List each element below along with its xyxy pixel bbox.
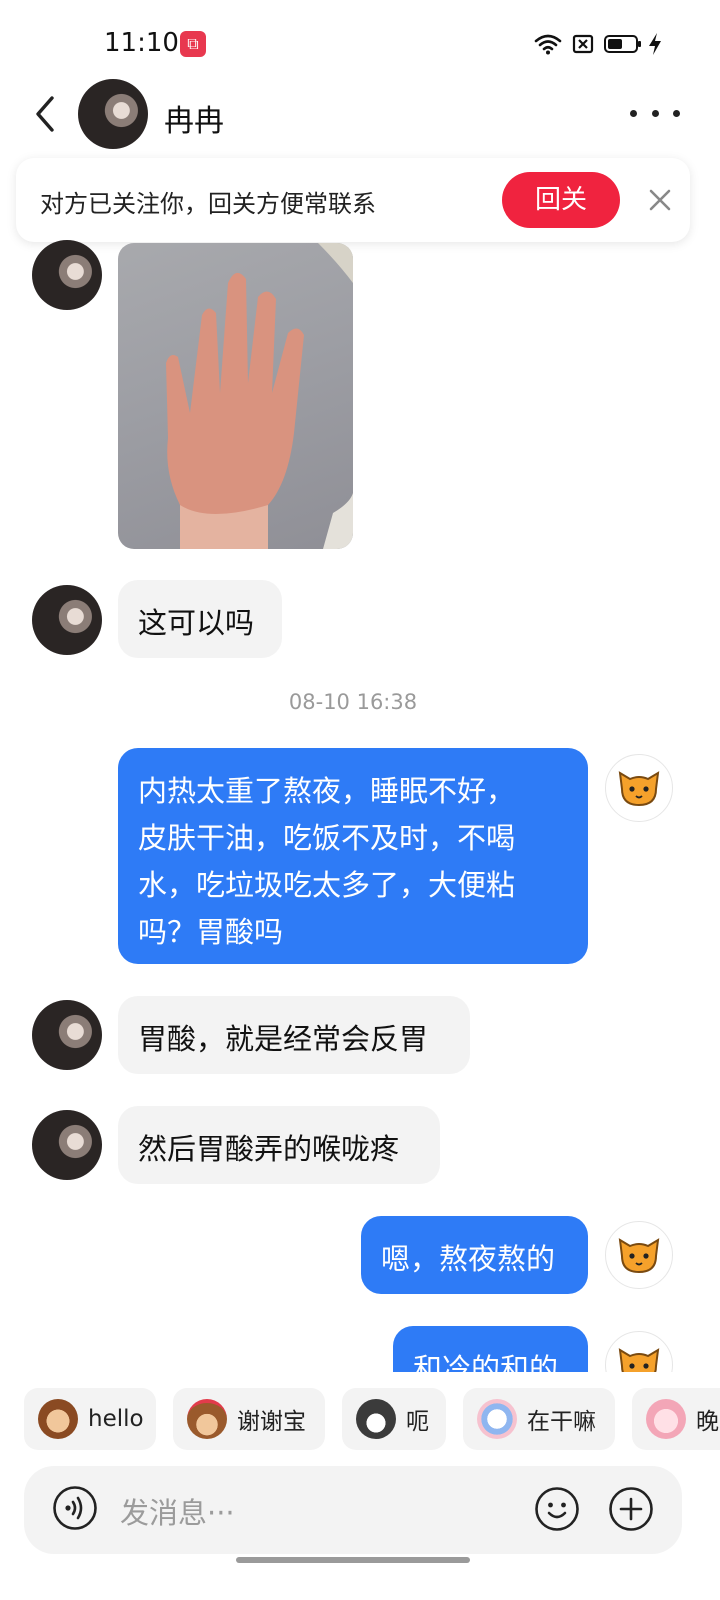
- quick-reply-label: hello: [88, 1406, 144, 1432]
- pig-sticker-icon: [646, 1399, 686, 1439]
- plus-icon: [609, 1487, 653, 1531]
- cartoon-sticker-icon: [477, 1399, 517, 1439]
- app-record-icon: ⧉: [180, 31, 206, 57]
- charging-icon: [649, 33, 661, 55]
- home-indicator[interactable]: [236, 1557, 470, 1563]
- more-icon-dot: [673, 109, 680, 117]
- status-icons: [534, 30, 662, 58]
- back-button[interactable]: [26, 90, 66, 138]
- message-timestamp: 08-10 16:38: [288, 690, 418, 714]
- my-avatar[interactable]: [605, 1221, 673, 1289]
- back-icon: [36, 96, 54, 132]
- message-text-line: 皮肤干油，吃饭不及时，不喝: [138, 821, 516, 855]
- more-actions-button[interactable]: [608, 1486, 654, 1532]
- contact-avatar[interactable]: [32, 1000, 102, 1070]
- voice-button[interactable]: [52, 1485, 98, 1531]
- message-text-line: 水，吃垃圾吃太多了，大便粘: [138, 868, 516, 902]
- more-button[interactable]: [630, 100, 680, 126]
- message-text-line: 内热太重了熬夜，睡眠不好，: [138, 774, 516, 808]
- quick-reply-evening[interactable]: 晚: [632, 1388, 720, 1450]
- incoming-message[interactable]: 胃酸，就是经常会反胃: [118, 996, 470, 1074]
- quick-reply-label: 谢谢宝: [237, 1409, 306, 1435]
- hand-photo-icon: [166, 243, 353, 549]
- my-avatar[interactable]: [605, 754, 673, 822]
- contact-avatar[interactable]: [32, 240, 102, 310]
- follow-back-banner: 对方已关注你，回关方便常联系 回关: [16, 158, 690, 242]
- battery-icon: [604, 35, 641, 53]
- incoming-message[interactable]: 这可以吗: [118, 580, 282, 658]
- quick-reply-label: 在干嘛: [527, 1409, 596, 1435]
- quick-reply-er[interactable]: 呃: [342, 1388, 446, 1450]
- quick-reply-thanks[interactable]: 谢谢宝: [173, 1388, 325, 1450]
- outgoing-message[interactable]: 内热太重了熬夜，睡眠不好， 皮肤干油，吃饭不及时，不喝 水，吃垃圾吃太多了，大便…: [118, 748, 588, 964]
- quick-reply-label: 呃: [406, 1409, 429, 1435]
- follow-back-button[interactable]: 回关: [502, 172, 620, 228]
- cat-sticker-icon: [356, 1399, 396, 1439]
- cat-icon: [618, 771, 660, 807]
- incoming-message[interactable]: 然后胃酸弄的喉咙疼: [118, 1106, 440, 1184]
- more-icon: [630, 109, 637, 117]
- contact-name: 冉冉: [164, 104, 224, 139]
- monkey-sticker-icon: [38, 1399, 78, 1439]
- cat-icon: [618, 1238, 660, 1274]
- contact-avatar[interactable]: [78, 79, 148, 149]
- message-image[interactable]: [118, 243, 353, 549]
- close-banner-button[interactable]: [644, 184, 676, 216]
- status-time: 11:10: [104, 28, 179, 58]
- contact-avatar[interactable]: [32, 585, 102, 655]
- message-input-bar: 发消息···: [24, 1466, 682, 1554]
- message-text: 嗯，熬夜熬的: [381, 1242, 556, 1276]
- monkey-flower-sticker-icon: [187, 1399, 227, 1439]
- sim-off-icon: [572, 34, 594, 54]
- voice-icon: [53, 1486, 97, 1530]
- more-icon-dot: [651, 109, 659, 117]
- outgoing-message[interactable]: 嗯，熬夜熬的: [361, 1216, 588, 1294]
- contact-avatar[interactable]: [32, 1110, 102, 1180]
- message-text: 这可以吗: [138, 606, 255, 640]
- quick-reply-hello[interactable]: hello: [24, 1388, 156, 1450]
- close-icon: [649, 189, 671, 211]
- quick-reply-bar: hello 谢谢宝 呃 在干嘛 晚: [0, 1372, 720, 1464]
- message-text: 然后胃酸弄的喉咙疼: [138, 1132, 400, 1166]
- message-text-line: 吗？胃酸吗: [138, 915, 284, 949]
- follow-banner-text: 对方已关注你，回关方便常联系: [40, 190, 376, 218]
- emoji-icon: [535, 1487, 579, 1531]
- emoji-button[interactable]: [534, 1486, 580, 1532]
- quick-reply-label: 晚: [696, 1409, 719, 1435]
- wifi-icon: [534, 34, 562, 55]
- message-text: 胃酸，就是经常会反胃: [138, 1022, 429, 1056]
- message-input[interactable]: 发消息···: [120, 1490, 235, 1532]
- quick-reply-what-doing[interactable]: 在干嘛: [463, 1388, 615, 1450]
